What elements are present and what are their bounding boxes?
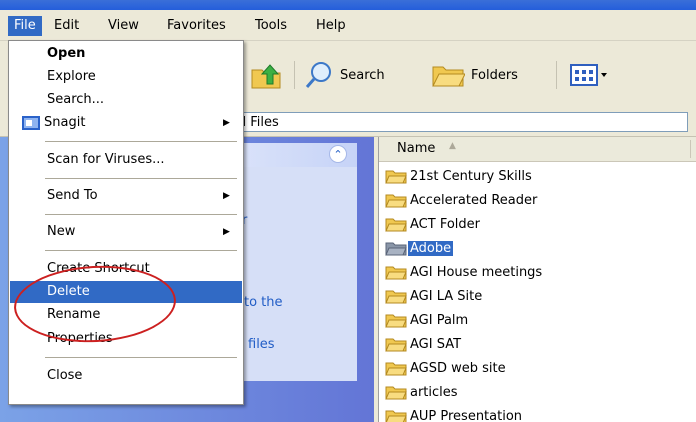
folders-label: Folders	[471, 67, 518, 83]
folder-icon	[385, 290, 407, 304]
folder-icon	[385, 362, 407, 376]
up-folder-button[interactable]	[250, 60, 284, 90]
menu-separator	[45, 141, 237, 142]
file-name: articles	[410, 384, 458, 400]
column-divider[interactable]	[690, 140, 691, 158]
menu-separator	[45, 250, 237, 251]
file-name: AGI SAT	[410, 336, 462, 352]
menu-tools[interactable]: Tools	[249, 16, 293, 36]
menu-item-send-to[interactable]: Send To ▶	[10, 185, 242, 207]
menu-help[interactable]: Help	[310, 16, 352, 36]
collapse-icon[interactable]: ⌃	[329, 145, 347, 163]
folder-icon	[385, 242, 407, 256]
menu-file[interactable]: File	[8, 16, 42, 36]
menu-item-explore[interactable]: Explore	[10, 66, 242, 88]
folder-icon	[385, 170, 407, 184]
file-name: ACT Folder	[410, 216, 480, 232]
file-name: AGSD web site	[410, 360, 506, 376]
file-row[interactable]: AGI LA Site	[385, 285, 484, 307]
file-row[interactable]: articles	[385, 381, 460, 403]
search-label: Search	[340, 67, 385, 83]
menu-item-open[interactable]: Open	[10, 43, 242, 65]
menu-bar: File Edit View Favorites Tools Help	[0, 10, 696, 41]
search-icon	[305, 62, 331, 88]
menu-item-scan-for-viruses[interactable]: Scan for Viruses...	[10, 149, 242, 171]
folder-icon	[385, 266, 407, 280]
file-name: Adobe	[408, 240, 454, 256]
file-row[interactable]: ACT Folder	[385, 213, 482, 235]
file-row[interactable]: AGSD web site	[385, 357, 508, 379]
file-menu-dropdown: Open Explore Search... Snagit ▶ Scan for…	[8, 40, 244, 405]
folder-icon	[385, 386, 407, 400]
menu-view[interactable]: View	[102, 16, 145, 36]
file-row[interactable]: AUP Presentation	[385, 405, 524, 422]
submenu-arrow-icon: ▶	[223, 118, 230, 128]
column-header-name[interactable]: Name ▲	[379, 137, 696, 162]
sort-ascending-icon: ▲	[449, 141, 456, 151]
menu-item-close[interactable]: Close	[10, 365, 242, 387]
menu-item-search[interactable]: Search...	[10, 89, 242, 111]
file-name: AGI House meetings	[410, 264, 543, 280]
folders-icon	[432, 66, 465, 87]
menu-separator	[45, 357, 237, 358]
views-icon	[570, 64, 607, 86]
file-name: AGI Palm	[410, 312, 469, 328]
file-row[interactable]: AGI House meetings	[385, 261, 544, 283]
menu-favorites[interactable]: Favorites	[161, 16, 232, 36]
file-row[interactable]: Adobe	[385, 237, 454, 259]
menu-item-snagit[interactable]: Snagit ▶	[10, 112, 242, 134]
address-field[interactable]: zed Files	[218, 112, 688, 132]
folder-icon	[385, 194, 407, 208]
folders-button[interactable]: Folders	[431, 60, 518, 90]
file-row[interactable]: AGI Palm	[385, 309, 470, 331]
menu-item-new[interactable]: New ▶	[10, 221, 242, 243]
menu-item-create-shortcut[interactable]: Create Shortcut	[10, 258, 242, 280]
folder-icon	[385, 338, 407, 352]
search-button[interactable]: Search	[304, 60, 385, 90]
menu-separator	[45, 214, 237, 215]
menu-separator	[45, 178, 237, 179]
menu-item-properties[interactable]: Properties	[10, 328, 242, 350]
file-row[interactable]: Accelerated Reader	[385, 189, 539, 211]
toolbar-separator	[556, 61, 557, 89]
up-folder-icon	[251, 64, 281, 89]
task-link[interactable]: to the	[244, 295, 283, 310]
file-name: Accelerated Reader	[410, 192, 538, 208]
file-name: AUP Presentation	[410, 408, 523, 422]
file-row[interactable]: AGI SAT	[385, 333, 463, 355]
toolbar-separator	[294, 61, 295, 89]
file-name: 21st Century Skills	[410, 168, 532, 184]
task-link[interactable]: files	[248, 337, 275, 352]
window-titlebar	[0, 0, 696, 10]
submenu-arrow-icon: ▶	[223, 227, 230, 237]
menu-edit[interactable]: Edit	[48, 16, 85, 36]
column-name-label: Name	[397, 141, 436, 156]
submenu-arrow-icon: ▶	[223, 191, 230, 201]
folder-icon	[385, 314, 407, 328]
folder-icon	[385, 410, 407, 422]
file-name: AGI LA Site	[410, 288, 483, 304]
menu-item-delete[interactable]: Delete	[10, 281, 242, 303]
menu-item-rename[interactable]: Rename	[10, 304, 242, 326]
file-list: Name ▲ 21st Century Skills Accelerated Re…	[378, 137, 696, 422]
views-button[interactable]	[570, 60, 610, 90]
file-row[interactable]: 21st Century Skills	[385, 165, 534, 187]
folder-icon	[385, 218, 407, 232]
